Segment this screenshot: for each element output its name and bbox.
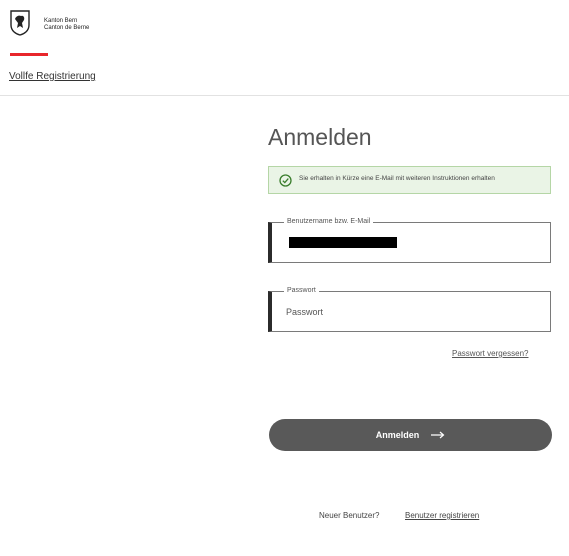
registration-nav-link[interactable]: Vollfe Registrierung [9,71,96,82]
login-button-label: Anmelden [375,430,420,440]
password-field[interactable]: Passwort [268,285,551,332]
password-field-label: Passwort [284,285,319,297]
register-user-link[interactable]: Benutzer registrieren [405,511,479,520]
new-user-text: Neuer Benutzer? [319,511,380,520]
brand-accent-bar [10,53,48,56]
org-name-line-2: Canton de Berne [44,25,90,31]
header-divider [0,95,569,96]
alert-message: Sie erhalten in Kürze eine E-Mail mit we… [299,175,495,182]
page-title: Anmelden [268,124,372,150]
username-field-label: Benutzername bzw. E-Mail [284,216,374,228]
redacted-username [289,237,397,248]
arrow-right-icon [431,431,445,439]
login-button[interactable]: Anmelden [269,419,552,451]
success-alert: Sie erhalten in Kürze eine E-Mail mit we… [268,166,551,194]
check-circle-icon [279,174,292,187]
org-name-line-1: Kanton Bern [44,18,78,24]
canton-crest-logo [10,10,30,36]
password-input[interactable] [286,303,541,321]
username-field[interactable]: Benutzername bzw. E-Mail [268,216,551,263]
forgot-password-link[interactable]: Passwort vergessen? [452,349,528,358]
